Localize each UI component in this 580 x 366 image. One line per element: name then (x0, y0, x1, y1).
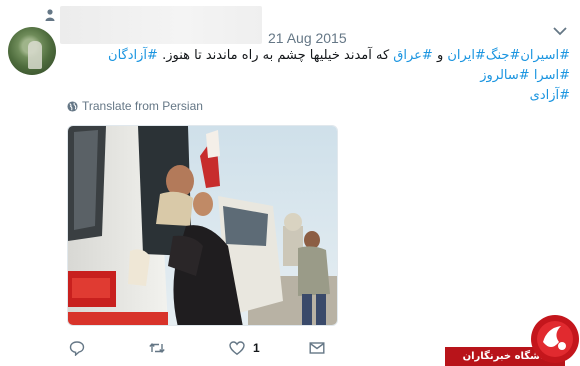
avatar[interactable] (8, 27, 56, 75)
direct-message-button[interactable] (309, 340, 325, 356)
hashtag-link[interactable]: #آزادی (530, 88, 570, 103)
tweet-photo[interactable] (67, 125, 338, 326)
tweet-text-segment: و (436, 48, 444, 63)
like-button[interactable]: 1 (229, 340, 260, 356)
translate-label: Translate from Persian (82, 99, 203, 113)
photo-illustration (68, 126, 337, 325)
globe-icon (67, 100, 78, 112)
hashtag-link[interactable]: #جنگ (486, 48, 521, 63)
hashtag-link[interactable]: #اسرا (534, 68, 570, 83)
tweet-text-line-1: #اسیران#جنگ#ایران و #عراق که آمدند خیلیه… (70, 46, 570, 86)
envelope-icon (309, 342, 325, 354)
tweet-text-segment: که آمدند خیلیها چشم به راه ماندند تا هنو… (162, 48, 390, 63)
hashtag-link[interactable]: #سالروز (480, 68, 529, 83)
reply-button[interactable] (69, 340, 85, 356)
tweet-text: #اسیران#جنگ#ایران و #عراق که آمدند خیلیه… (70, 46, 570, 106)
chevron-down-icon[interactable] (553, 26, 567, 36)
hashtag-link[interactable]: #ایران (447, 48, 485, 63)
heart-icon (229, 341, 245, 356)
hashtag-link[interactable]: #آزادگان (108, 48, 158, 63)
tweet-date[interactable]: 21 Aug 2015 (268, 30, 347, 46)
hashtag-link[interactable]: #اسیران (520, 48, 570, 63)
tweet: 21 Aug 2015 #اسیران#جنگ#ایران و #عراق که… (0, 0, 580, 366)
translate-link[interactable]: Translate from Persian (67, 99, 203, 113)
retweet-button[interactable] (149, 340, 165, 356)
hashtag-link[interactable]: #عراق (393, 48, 433, 63)
blurred-username (60, 6, 262, 44)
watermark: باشگاه خبرنگاران (445, 312, 580, 366)
like-count: 1 (253, 341, 260, 355)
person-icon[interactable] (45, 9, 55, 21)
reply-icon (69, 341, 85, 356)
retweet-icon (149, 342, 165, 354)
watermark-logo-icon (531, 315, 579, 363)
